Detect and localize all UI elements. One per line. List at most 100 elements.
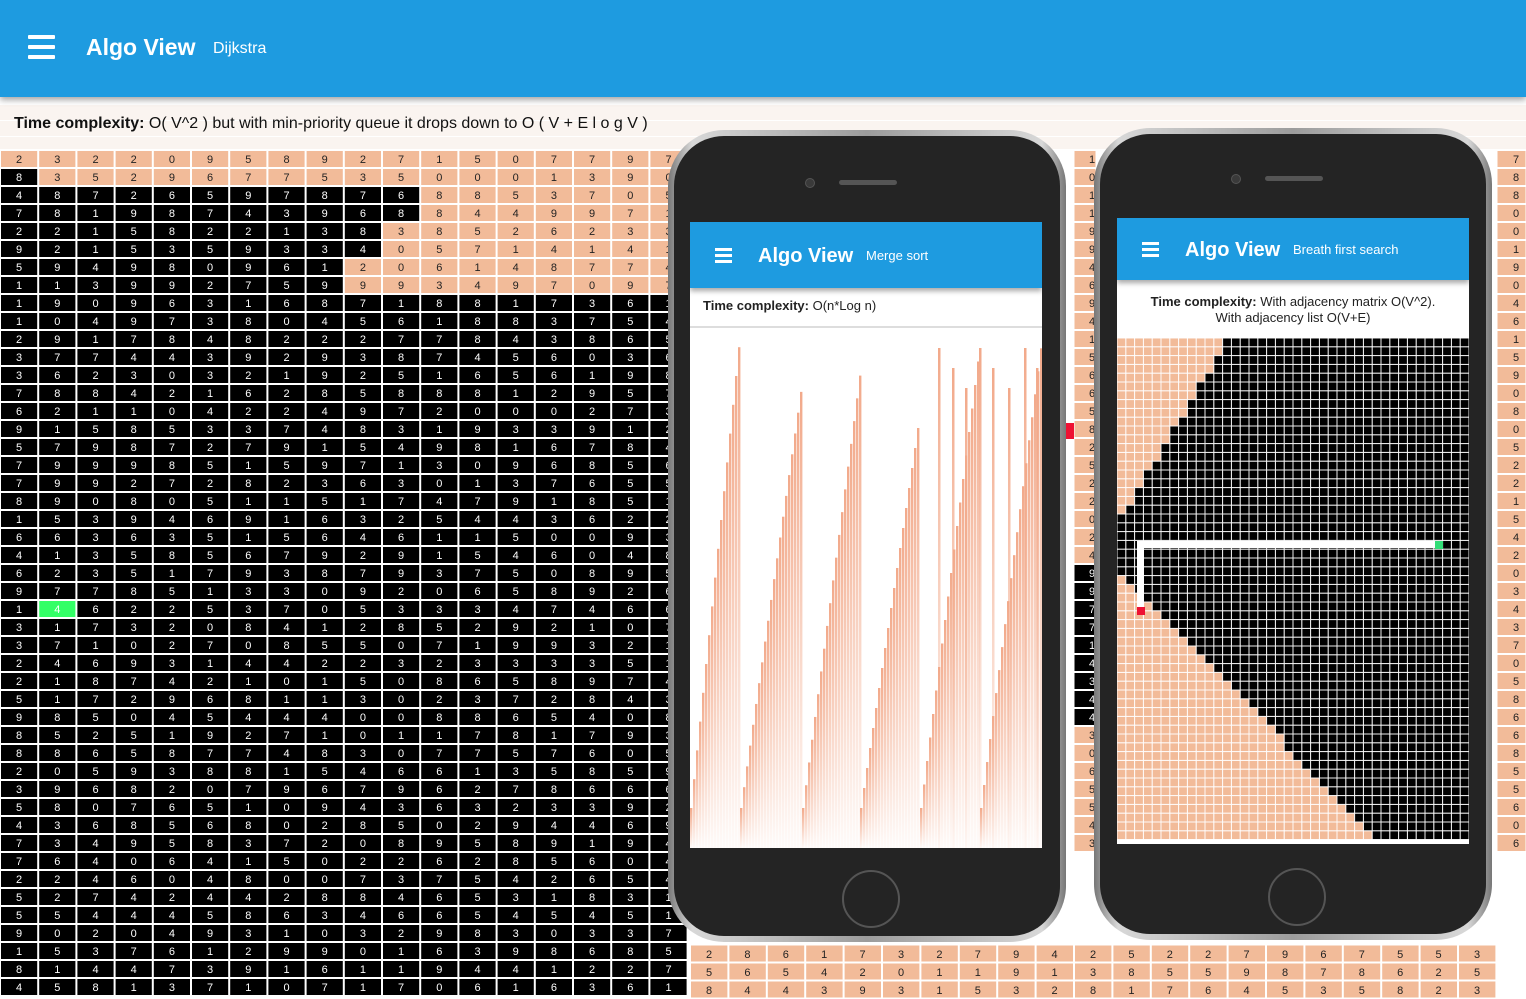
grid-cell[interactable] (1496, 276, 1526, 294)
bfs-cell[interactable] (1187, 390, 1197, 400)
grid-cell[interactable] (1496, 258, 1526, 276)
bfs-cell[interactable] (1240, 628, 1249, 638)
bfs-cell[interactable] (1249, 707, 1258, 717)
bfs-cell[interactable] (1125, 505, 1135, 514)
bfs-cell[interactable] (1161, 813, 1170, 822)
bfs-cell[interactable] (1389, 637, 1399, 646)
bfs-cell[interactable] (1363, 830, 1373, 840)
bfs-cell[interactable] (1249, 769, 1258, 778)
bfs-cell[interactable] (1433, 399, 1443, 409)
bfs-cell[interactable] (1152, 830, 1161, 840)
bfs-cell[interactable] (1284, 452, 1293, 462)
bfs-cell[interactable] (1451, 346, 1461, 356)
bfs-cell[interactable] (1222, 452, 1232, 462)
bfs-cell[interactable] (1134, 760, 1144, 770)
bfs-cell[interactable] (1169, 346, 1179, 356)
bfs-cell[interactable] (1169, 434, 1179, 444)
bfs-cell[interactable] (1293, 654, 1302, 664)
bfs-cell[interactable] (1460, 778, 1469, 787)
bfs-cell[interactable] (1222, 610, 1232, 620)
bfs-cell[interactable] (1442, 522, 1452, 532)
bfs-cell[interactable] (1425, 672, 1434, 682)
bfs-cell[interactable] (1125, 566, 1135, 576)
bfs-cell[interactable] (1425, 698, 1434, 708)
bfs-cell[interactable] (1257, 514, 1267, 523)
bfs-cell[interactable] (1240, 742, 1249, 752)
bfs-cell[interactable] (1266, 795, 1276, 805)
bfs-cell[interactable] (1425, 602, 1434, 611)
grid-cell[interactable] (1496, 294, 1526, 312)
bfs-cell[interactable] (1407, 637, 1417, 646)
bfs-cell[interactable] (1451, 417, 1461, 426)
bfs-cell[interactable] (1196, 338, 1205, 347)
bfs-cell[interactable] (1328, 716, 1337, 726)
bfs-cell[interactable] (1345, 760, 1355, 770)
bfs-cell[interactable] (1240, 382, 1249, 391)
bfs-cell[interactable] (1161, 769, 1170, 778)
bfs-cell[interactable] (1398, 373, 1408, 382)
bfs-cell[interactable] (1117, 663, 1126, 673)
bfs-cell[interactable] (1134, 769, 1144, 778)
bfs-cell[interactable] (1257, 663, 1267, 673)
bfs-cell[interactable] (1152, 637, 1161, 646)
bfs-cell[interactable] (1117, 346, 1126, 356)
bfs-cell[interactable] (1319, 338, 1329, 347)
bfs-cell[interactable] (1240, 804, 1249, 814)
bfs-cell[interactable] (1310, 338, 1320, 347)
bfs-cell[interactable] (1372, 778, 1381, 787)
bfs-cell[interactable] (1337, 734, 1346, 743)
bfs-cell[interactable] (1196, 734, 1205, 743)
bfs-cell[interactable] (1293, 514, 1302, 523)
bfs-cell[interactable] (1143, 452, 1153, 462)
bfs-cell[interactable] (1381, 786, 1390, 796)
bfs-cell[interactable] (1275, 443, 1285, 453)
bfs-cell[interactable] (1416, 417, 1425, 426)
bfs-cell[interactable] (1143, 707, 1153, 717)
bfs-cell[interactable] (1257, 760, 1267, 770)
bfs-cell[interactable] (1213, 487, 1223, 497)
bfs-cell[interactable] (1231, 813, 1241, 822)
bfs-cell[interactable] (1196, 619, 1205, 629)
bfs-cell[interactable] (1275, 610, 1285, 620)
bfs-cell[interactable] (1266, 681, 1276, 690)
bfs-cell[interactable] (1284, 716, 1293, 726)
bfs-cell[interactable] (1143, 575, 1153, 585)
bfs-cell[interactable] (1266, 716, 1276, 726)
bfs-cell[interactable] (1134, 417, 1144, 426)
bfs-cell[interactable] (1354, 364, 1364, 374)
bfs-cell[interactable] (1451, 399, 1461, 409)
bfs-cell[interactable] (1328, 654, 1337, 664)
bfs-cell[interactable] (1398, 443, 1408, 453)
bfs-cell[interactable] (1354, 610, 1364, 620)
bfs-cell[interactable] (1345, 452, 1355, 462)
bfs-cell[interactable] (1231, 663, 1241, 673)
bfs-cell[interactable] (1143, 654, 1153, 664)
bfs-cell[interactable] (1161, 452, 1170, 462)
bfs-cell[interactable] (1257, 672, 1267, 682)
bfs-cell[interactable] (1363, 742, 1373, 752)
bfs-cell[interactable] (1231, 760, 1241, 770)
bfs-cell[interactable] (1143, 734, 1153, 743)
bfs-cell[interactable] (1389, 690, 1399, 699)
bfs-cell[interactable] (1125, 399, 1135, 409)
bfs-cell[interactable] (1363, 390, 1373, 400)
bfs-cell[interactable] (1196, 637, 1205, 646)
bfs-cell[interactable] (1134, 822, 1144, 831)
bfs-cell[interactable] (1372, 478, 1381, 488)
bfs-cell[interactable] (1363, 646, 1373, 655)
bfs-cell[interactable] (1196, 549, 1205, 558)
bfs-cell[interactable] (1337, 769, 1346, 778)
bfs-cell[interactable] (1293, 725, 1302, 734)
bfs-cell[interactable] (1398, 707, 1408, 717)
bfs-cell[interactable] (1451, 725, 1461, 734)
bfs-cell[interactable] (1205, 487, 1214, 497)
bfs-cell[interactable] (1433, 364, 1443, 374)
bfs-cell[interactable] (1275, 346, 1285, 356)
bfs-cell[interactable] (1381, 558, 1390, 567)
bfs-cell[interactable] (1345, 725, 1355, 734)
bfs-cell[interactable] (1275, 558, 1285, 567)
bfs-cell[interactable] (1442, 822, 1452, 831)
bfs-cell[interactable] (1416, 558, 1425, 567)
bfs-cell[interactable] (1205, 399, 1214, 409)
bfs-cell[interactable] (1231, 505, 1241, 514)
